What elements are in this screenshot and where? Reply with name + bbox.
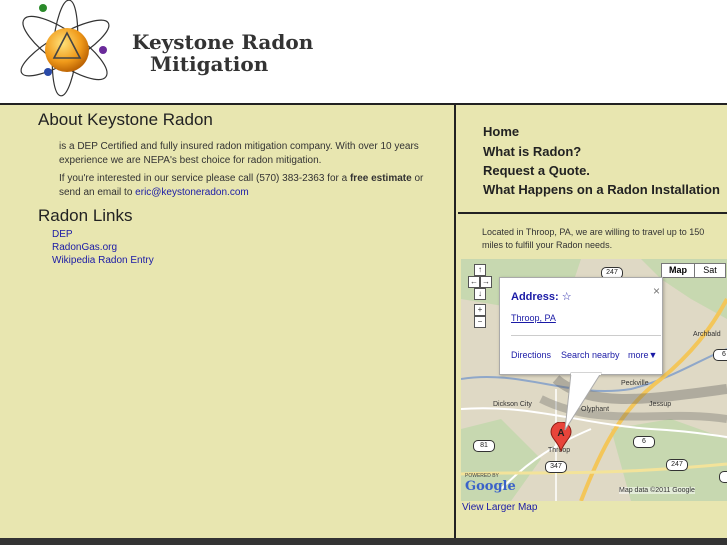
route-shield: 347 — [545, 461, 567, 473]
about-paragraph: is a DEP Certified and fully insured rad… — [59, 141, 419, 166]
info-window-address[interactable]: Throop, PA — [511, 313, 556, 323]
pan-down-icon[interactable]: ↓ — [474, 288, 486, 300]
radon-links-heading: Radon Links — [38, 206, 133, 225]
left-column: About Keystone Radon is a DEP Certified … — [0, 105, 452, 538]
map-type-satellite-tab[interactable]: Sat — [694, 263, 726, 278]
nav-home[interactable]: Home — [483, 124, 519, 139]
link-radongas[interactable]: RadonGas.org — [52, 242, 117, 253]
directions-link[interactable]: Directions — [511, 350, 551, 360]
email-link[interactable]: eric@keystoneradon.com — [135, 187, 249, 198]
map-place-label: Peckville — [621, 380, 649, 387]
contact-paragraph: If you're interested in our service plea… — [59, 172, 424, 200]
map-place-label: Jessup — [649, 401, 672, 408]
contact-text-prefix: If you're interested in our service plea… — [59, 173, 350, 184]
route-shield: 6 — [633, 436, 655, 448]
map-info-window: Address: ☆ × Throop, PA Directions Searc… — [499, 277, 663, 375]
link-dep[interactable]: DEP — [52, 229, 73, 240]
header: Keystone Radon Mitigation — [0, 0, 727, 105]
more-link[interactable]: more▼ — [628, 350, 657, 360]
logo-title-line1: Keystone Radon — [132, 30, 314, 54]
map-type-map-tab[interactable]: Map — [661, 263, 695, 278]
route-shield: 247 — [666, 459, 688, 471]
info-window-divider — [511, 335, 661, 336]
footer-bar — [0, 538, 727, 545]
main-content: About Keystone Radon is a DEP Certified … — [0, 105, 727, 538]
pan-right-icon[interactable]: → — [480, 276, 492, 288]
close-icon[interactable]: × — [653, 284, 660, 298]
search-nearby-link[interactable]: Search nearby — [561, 350, 620, 360]
about-heading: About Keystone Radon — [38, 110, 213, 129]
link-wikipedia-radon[interactable]: Wikipedia Radon Entry — [52, 255, 154, 266]
embedded-map[interactable]: ↑ ← → ↓ + − Map Sat 247 6 6 247 347 81 6… — [461, 259, 727, 501]
map-place-label: Dickson City — [493, 401, 532, 408]
star-icon[interactable]: ☆ — [562, 291, 572, 303]
logo-title-line2: Mitigation — [150, 52, 269, 76]
info-window-title-text: Address: — [511, 291, 559, 303]
info-window-pointer — [564, 372, 602, 431]
info-window-title: Address: ☆ — [511, 290, 572, 303]
map-place-label: Archbald — [693, 331, 721, 338]
route-shield: 81 — [473, 440, 495, 452]
nav-request-quote[interactable]: Request a Quote. — [483, 163, 590, 178]
nav-what-is-radon[interactable]: What is Radon? — [483, 144, 581, 159]
atom-logo-icon — [20, 0, 110, 97]
pan-left-icon[interactable]: ← — [468, 276, 480, 288]
zoom-out-icon[interactable]: − — [474, 316, 486, 328]
view-larger-map-link[interactable]: View Larger Map — [462, 502, 537, 513]
free-estimate-text: free estimate — [349, 173, 412, 184]
pan-up-icon[interactable]: ↑ — [474, 264, 486, 276]
map-attribution: Map data ©2011 Google — [619, 487, 695, 494]
route-shield: 6 — [713, 349, 727, 361]
nav-divider — [458, 212, 727, 214]
google-logo[interactable]: Google — [465, 479, 516, 494]
nav-radon-installation[interactable]: What Happens on a Radon Installation — [483, 182, 720, 197]
right-column: Home What is Radon? Request a Quote. Wha… — [456, 105, 727, 538]
route-shield: 6 — [719, 471, 727, 483]
location-text: Located in Throop, PA, we are willing to… — [482, 227, 705, 250]
zoom-in-icon[interactable]: + — [474, 304, 486, 316]
